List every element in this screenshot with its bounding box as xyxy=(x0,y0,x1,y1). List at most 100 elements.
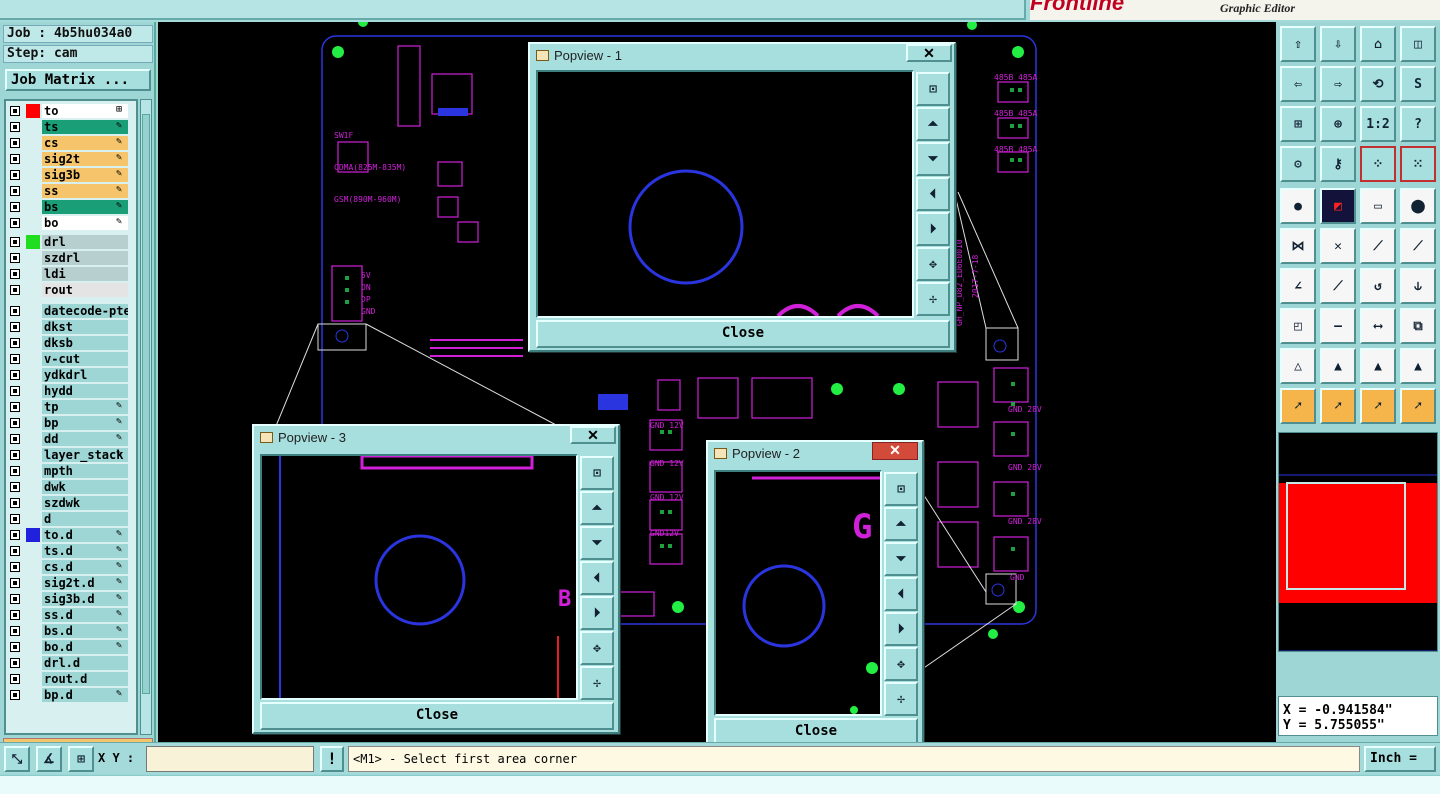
zoom-area-icon[interactable]: ⤡ xyxy=(4,746,30,772)
layer-color-swatch[interactable] xyxy=(26,608,40,622)
zoom-fit-icon[interactable]: ⊡ xyxy=(580,456,614,490)
pan-left-icon[interactable]: ⏴ xyxy=(916,177,950,211)
popview-canvas[interactable]: B xyxy=(260,454,578,700)
popview-canvas[interactable]: G xyxy=(714,470,882,716)
layer-list-scrollbar[interactable] xyxy=(140,99,152,735)
zoom-in-icon[interactable]: ✥ xyxy=(884,647,918,681)
job-matrix-button[interactable]: Job Matrix ... xyxy=(5,69,151,91)
layer-row[interactable]: d xyxy=(6,511,136,527)
layer-row[interactable]: bp ✎ xyxy=(6,415,136,431)
close-icon[interactable]: ✕ xyxy=(906,44,952,62)
close-button[interactable]: Close xyxy=(536,320,950,348)
move-icon[interactable]: ◰ xyxy=(1280,308,1316,344)
popview-canvas[interactable] xyxy=(536,70,914,318)
layer-color-swatch[interactable] xyxy=(26,512,40,526)
layers-on-icon[interactable]: ⁘ xyxy=(1360,146,1396,182)
layer-row[interactable]: sig3b ✎ xyxy=(6,167,136,183)
layer-color-swatch[interactable] xyxy=(26,251,40,265)
layer-color-swatch[interactable] xyxy=(26,283,40,297)
layer-row[interactable]: bs ✎ xyxy=(6,199,136,215)
layer-color-swatch[interactable] xyxy=(26,136,40,150)
zoom-out-icon[interactable]: ✢ xyxy=(916,282,950,316)
layer-checkbox[interactable] xyxy=(10,170,20,180)
layer-checkbox[interactable] xyxy=(10,642,20,652)
measure-color-icon[interactable]: ◩ xyxy=(1320,188,1356,224)
snap-icon[interactable]: S xyxy=(1400,66,1436,102)
layer-checkbox[interactable] xyxy=(10,610,20,620)
layer-color-swatch[interactable] xyxy=(26,200,40,214)
connect-icon[interactable]: ⋈ xyxy=(1280,228,1316,264)
popview-2[interactable]: Popview - 2 ✕ G ⊡ ⏶ ⏷ ⏴ ⏵ ✥ ✢ Close xyxy=(706,440,924,750)
pointer-path-icon[interactable]: ➚ xyxy=(1400,388,1436,424)
layer-color-swatch[interactable] xyxy=(26,104,40,118)
layer-color-swatch[interactable] xyxy=(26,432,40,446)
help-icon[interactable]: ? xyxy=(1400,106,1436,142)
layer-color-swatch[interactable] xyxy=(26,304,40,318)
layer-row[interactable]: bs.d ✎ xyxy=(6,623,136,639)
zoom-out-icon[interactable]: ✢ xyxy=(580,666,614,700)
zoom-down-icon[interactable]: ⇩ xyxy=(1320,26,1356,62)
layer-row[interactable]: to ⊞ xyxy=(6,103,136,119)
zoom-in-icon[interactable]: ✥ xyxy=(580,631,614,665)
zoom-fit-icon[interactable]: ⊡ xyxy=(916,72,950,106)
layer-row[interactable]: sig3b.d ✎ xyxy=(6,591,136,607)
layer-row[interactable]: hydd xyxy=(6,383,136,399)
pointer-box-icon[interactable]: ➚ xyxy=(1320,388,1356,424)
layer-row[interactable]: tp ✎ xyxy=(6,399,136,415)
layer-row[interactable]: bp.d ✎ xyxy=(6,687,136,703)
layer-checkbox[interactable] xyxy=(10,626,20,636)
pan-down-icon[interactable]: ⏷ xyxy=(580,526,614,560)
arc-icon[interactable]: ↺ xyxy=(1360,268,1396,304)
scrollbar-thumb[interactable] xyxy=(142,114,150,694)
layer-checkbox[interactable] xyxy=(10,106,20,116)
layer-checkbox[interactable] xyxy=(10,237,20,247)
layer-checkbox[interactable] xyxy=(10,154,20,164)
layer-color-swatch[interactable] xyxy=(26,267,40,281)
line-tool-2-icon[interactable]: ⟋ xyxy=(1400,228,1436,264)
layer-checkbox[interactable] xyxy=(10,690,20,700)
layer-row[interactable]: to.d ✎ xyxy=(6,527,136,543)
layer-checkbox[interactable] xyxy=(10,498,20,508)
layer-row[interactable]: ydkdrl xyxy=(6,367,136,383)
layer-checkbox[interactable] xyxy=(10,218,20,228)
ruler-icon[interactable]: ▭ xyxy=(1360,188,1396,224)
split-view-icon[interactable]: ◫ xyxy=(1400,26,1436,62)
layer-checkbox[interactable] xyxy=(10,514,20,524)
close-icon[interactable]: ✕ xyxy=(872,442,918,460)
layer-color-swatch[interactable] xyxy=(26,168,40,182)
layer-checkbox[interactable] xyxy=(10,285,20,295)
layer-color-swatch[interactable] xyxy=(26,592,40,606)
layer-color-swatch[interactable] xyxy=(26,496,40,510)
layer-row[interactable]: drl xyxy=(6,234,136,250)
layer-row[interactable]: dwk xyxy=(6,479,136,495)
cross-icon[interactable]: ✕ xyxy=(1320,228,1356,264)
layer-row[interactable]: dd ✎ xyxy=(6,431,136,447)
layer-row[interactable]: v-cut xyxy=(6,351,136,367)
layer-color-swatch[interactable] xyxy=(26,416,40,430)
select-feature-icon[interactable]: ● xyxy=(1280,188,1316,224)
layer-color-swatch[interactable] xyxy=(26,120,40,134)
layer-color-swatch[interactable] xyxy=(26,368,40,382)
zoom-fit-icon[interactable]: ⊡ xyxy=(884,472,918,506)
line-tool-icon[interactable]: ⟋ xyxy=(1360,228,1396,264)
overview-map[interactable] xyxy=(1278,432,1438,652)
layer-row[interactable]: rout xyxy=(6,282,136,298)
close-icon[interactable]: ✕ xyxy=(570,426,616,444)
zoom-out-icon[interactable]: ✢ xyxy=(884,682,918,716)
units-select[interactable]: Inch = xyxy=(1364,746,1436,772)
slope-icon[interactable]: ⟋ xyxy=(1320,268,1356,304)
pointer-circle-icon[interactable]: ➚ xyxy=(1360,388,1396,424)
pan-up-icon[interactable]: ⏶ xyxy=(884,507,918,541)
layer-color-swatch[interactable] xyxy=(26,480,40,494)
layer-checkbox[interactable] xyxy=(10,674,20,684)
layer-color-swatch[interactable] xyxy=(26,528,40,542)
layer-checkbox[interactable] xyxy=(10,530,20,540)
pan-left-icon[interactable]: ⇦ xyxy=(1280,66,1316,102)
layer-checkbox[interactable] xyxy=(10,482,20,492)
layer-row[interactable]: bo.d ✎ xyxy=(6,639,136,655)
pan-right-icon[interactable]: ⏵ xyxy=(580,596,614,630)
pan-up-icon[interactable]: ⏶ xyxy=(580,491,614,525)
layer-color-swatch[interactable] xyxy=(26,448,40,462)
warning-button[interactable]: ! xyxy=(320,746,344,772)
layer-checkbox[interactable] xyxy=(10,322,20,332)
